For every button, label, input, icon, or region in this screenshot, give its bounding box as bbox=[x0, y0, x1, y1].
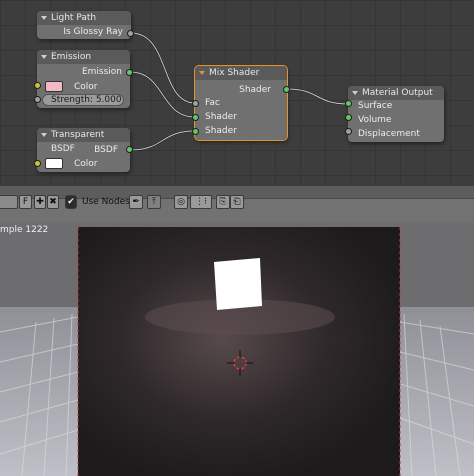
surface-input-socket[interactable] bbox=[345, 100, 352, 107]
backdrop-icon[interactable]: ◎ bbox=[174, 195, 188, 209]
input-label-shader-1: Shader bbox=[205, 112, 237, 122]
collapse-triangle-icon[interactable] bbox=[41, 133, 47, 137]
emission-plane bbox=[214, 258, 262, 310]
color-input-socket[interactable] bbox=[34, 82, 41, 89]
material-output-node[interactable]: Material Output Surface Volume Displacem… bbox=[348, 86, 444, 142]
paste-nodes-icon[interactable]: ⎗ bbox=[230, 195, 244, 209]
strength-input-socket[interactable] bbox=[34, 96, 41, 103]
add-datablock-icon[interactable]: ✚ bbox=[34, 195, 46, 209]
collapse-triangle-icon[interactable] bbox=[41, 16, 47, 20]
node-header[interactable]: Material Output bbox=[348, 86, 444, 100]
volume-input-socket[interactable] bbox=[345, 114, 352, 121]
mix-shader-node[interactable]: Mix Shader Shader Fac Shader Shader bbox=[194, 65, 288, 141]
node-header[interactable]: Transparent BSDF bbox=[37, 128, 130, 154]
collapse-triangle-icon[interactable] bbox=[199, 71, 205, 75]
displacement-input-socket[interactable] bbox=[345, 128, 352, 135]
output-label: Shader bbox=[239, 85, 271, 95]
datablock-name-field[interactable] bbox=[0, 195, 18, 209]
node-header[interactable]: Light Path bbox=[37, 11, 131, 25]
render-viewport[interactable]: mple 1222 bbox=[0, 222, 474, 476]
fac-input-socket[interactable] bbox=[192, 100, 199, 107]
output-label: BSDF bbox=[94, 145, 118, 155]
color-label: Color bbox=[74, 159, 98, 169]
snap-element-dropdown[interactable]: ⋮⁝ bbox=[190, 195, 212, 209]
unlink-datablock-icon[interactable]: ✖ bbox=[47, 195, 59, 209]
shader-1-input-socket[interactable] bbox=[192, 114, 199, 121]
link-glossy-to-fac bbox=[130, 32, 196, 104]
node-header[interactable]: Emission bbox=[37, 50, 130, 64]
pin-icon[interactable]: ✒ bbox=[129, 195, 143, 209]
node-editor[interactable]: Light Path Is Glossy Ray Emission Emissi… bbox=[0, 0, 474, 186]
node-title: Emission bbox=[51, 52, 92, 62]
input-label-surface: Surface bbox=[358, 101, 393, 111]
use-nodes-label: Use Nodes bbox=[82, 197, 130, 207]
shader-2-input-socket[interactable] bbox=[192, 128, 199, 135]
emission-output-socket[interactable] bbox=[126, 69, 133, 76]
color-swatch[interactable] bbox=[45, 158, 63, 169]
copy-nodes-icon[interactable]: ⎘ bbox=[216, 195, 230, 209]
input-label-volume: Volume bbox=[358, 115, 392, 125]
collapse-triangle-icon[interactable] bbox=[41, 55, 47, 59]
input-label-shader-2: Shader bbox=[205, 126, 237, 136]
node-title: Light Path bbox=[51, 13, 97, 23]
output-label: Is Glossy Ray bbox=[63, 27, 123, 37]
glossy-ray-output-socket[interactable] bbox=[127, 30, 134, 37]
use-nodes-checkbox[interactable]: ✔ bbox=[65, 195, 77, 209]
node-title: Mix Shader bbox=[209, 68, 260, 78]
emission-node[interactable]: Emission Emission Color Strength: 5.000 bbox=[37, 50, 130, 108]
color-label: Color bbox=[74, 82, 98, 92]
light-path-node[interactable]: Light Path Is Glossy Ray bbox=[37, 11, 131, 39]
color-input-socket[interactable] bbox=[34, 160, 41, 167]
output-label: Emission bbox=[81, 67, 122, 77]
transparent-bsdf-node[interactable]: Transparent BSDF BSDF Color bbox=[37, 128, 130, 172]
shader-output-socket[interactable] bbox=[283, 86, 290, 93]
node-header[interactable]: Mix Shader bbox=[195, 66, 287, 80]
render-sample-status: mple 1222 bbox=[0, 225, 49, 235]
viewport-canvas bbox=[0, 222, 474, 476]
color-swatch[interactable] bbox=[45, 81, 63, 92]
input-label-fac: Fac bbox=[205, 98, 220, 108]
strength-field[interactable]: Strength: 5.000 bbox=[42, 94, 124, 106]
node-title: Material Output bbox=[362, 88, 433, 98]
bsdf-output-socket[interactable] bbox=[126, 146, 133, 153]
fake-user-button[interactable]: F bbox=[19, 195, 32, 209]
collapse-triangle-icon[interactable] bbox=[352, 91, 358, 95]
parent-node-tree-icon[interactable]: ⤒ bbox=[147, 195, 161, 209]
input-label-displacement: Displacement bbox=[358, 129, 420, 139]
